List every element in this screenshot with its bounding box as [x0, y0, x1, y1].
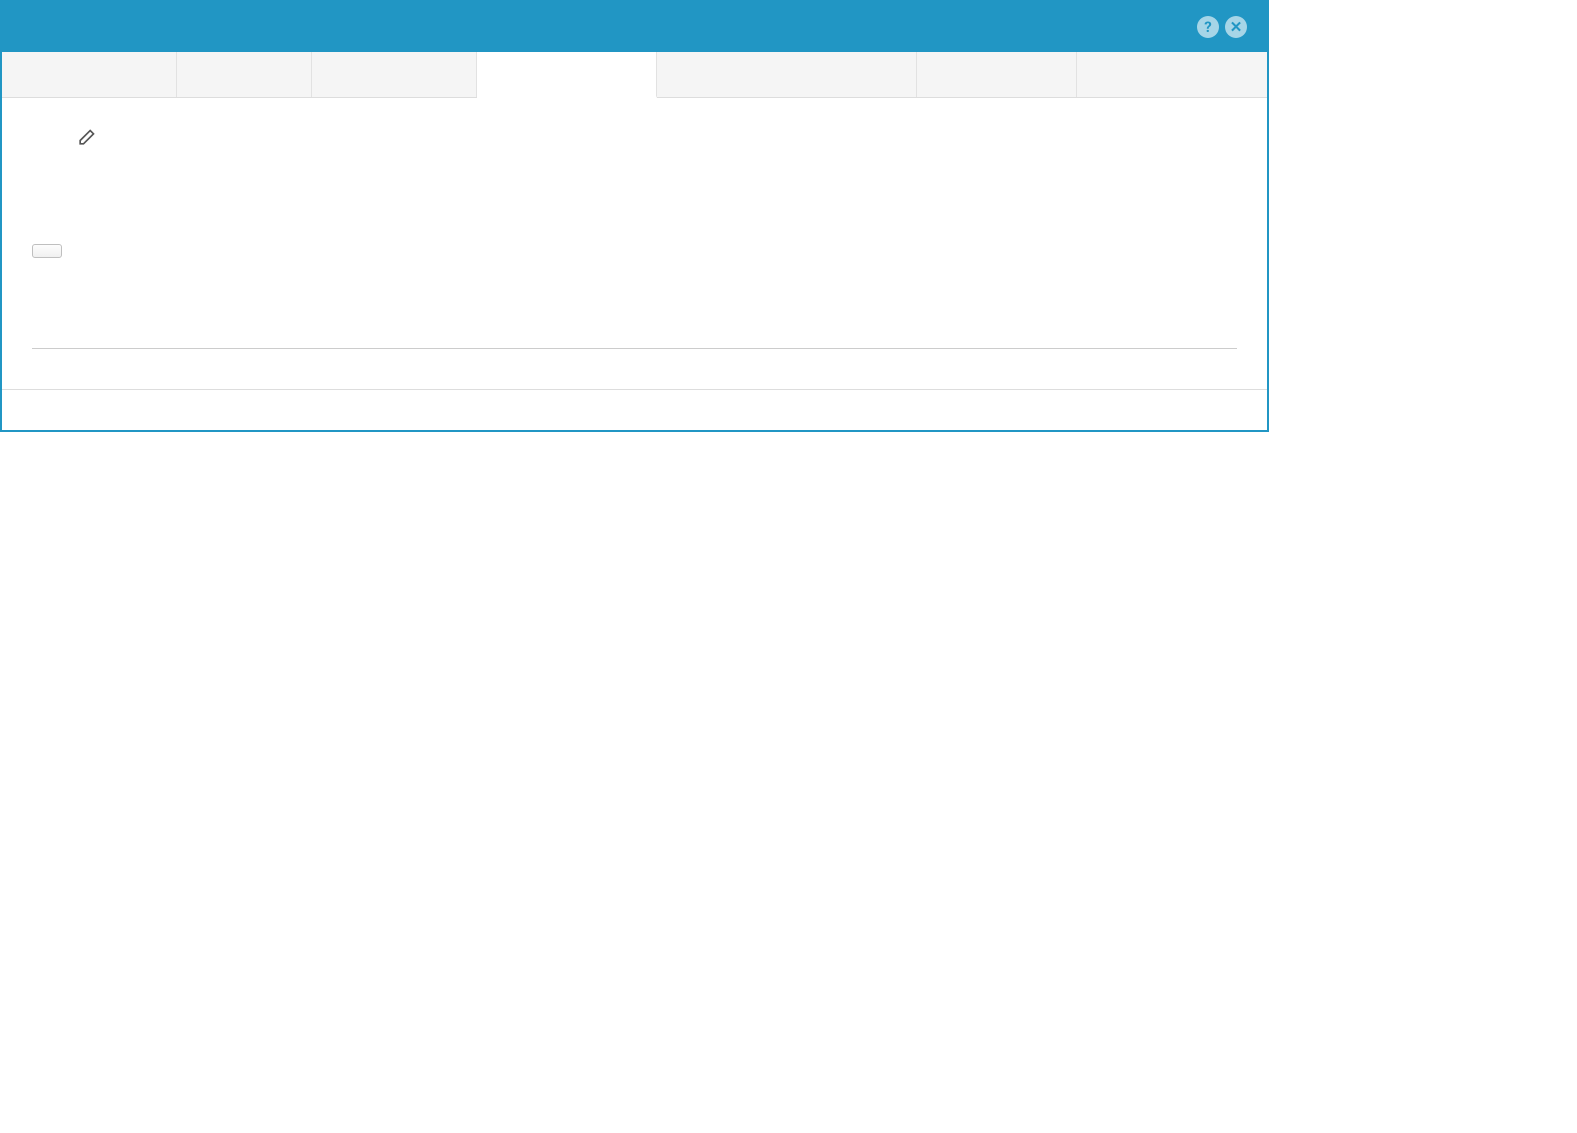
table-header-row	[32, 328, 1237, 349]
tab-raid[interactable]	[917, 52, 1077, 97]
col-tier	[32, 328, 474, 349]
start-relocation-button[interactable]	[32, 244, 62, 258]
tab-spacer	[1077, 52, 1267, 97]
col-total	[926, 328, 1087, 349]
tab-usage[interactable]	[312, 52, 477, 97]
relocation-info-grid	[32, 208, 1237, 224]
col-move-up	[474, 328, 615, 349]
scheduled-row	[32, 128, 1237, 148]
titlebar-icons: ? ✕	[1197, 16, 1247, 38]
tab-general[interactable]	[2, 52, 177, 97]
close-icon[interactable]: ✕	[1225, 16, 1247, 38]
help-icon[interactable]: ?	[1197, 16, 1219, 38]
dialog-titlebar: ? ✕	[2, 2, 1267, 52]
edit-icon[interactable]	[76, 128, 96, 148]
dialog-footer	[2, 389, 1267, 430]
col-move-down	[614, 328, 775, 349]
tab-content	[2, 98, 1267, 359]
col-rebalance	[775, 328, 926, 349]
tab-fast-vp[interactable]	[477, 52, 657, 98]
pool-properties-dialog: ? ✕	[0, 0, 1269, 432]
tab-drives[interactable]	[177, 52, 312, 97]
tier-table	[32, 328, 1237, 349]
tab-bar	[2, 52, 1267, 98]
tab-snapshot-settings[interactable]	[657, 52, 917, 97]
col-free	[1086, 328, 1237, 349]
